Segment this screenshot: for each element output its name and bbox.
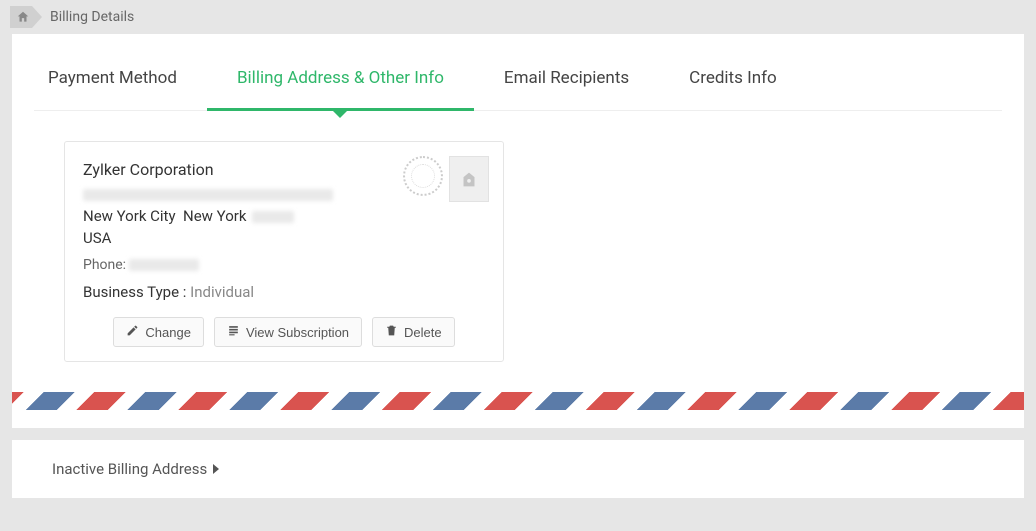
airmail-stripe	[12, 392, 1024, 410]
breadcrumb: Billing Details	[0, 0, 1036, 34]
business-type-value: Individual	[190, 283, 254, 301]
change-button[interactable]: Change	[113, 317, 204, 347]
tab-credits-info[interactable]: Credits Info	[659, 58, 807, 110]
pencil-icon	[126, 324, 139, 340]
stamp-decor	[403, 156, 489, 202]
phone-label: Phone:	[83, 257, 126, 273]
list-icon	[227, 324, 240, 340]
tab-billing-address[interactable]: Billing Address & Other Info	[207, 58, 474, 111]
home-icon	[16, 10, 30, 24]
address-country: USA	[83, 229, 485, 247]
caret-right-icon	[213, 464, 219, 474]
trash-icon	[385, 324, 398, 340]
billing-address-card: Zylker Corporation New York City New Yor…	[64, 141, 504, 362]
tab-bar: Payment Method Billing Address & Other I…	[34, 58, 1002, 111]
view-subscription-button[interactable]: View Subscription	[214, 317, 362, 347]
address-state: New York	[183, 207, 246, 225]
postmark-icon	[403, 156, 443, 196]
inactive-panel: Inactive Billing Address	[12, 440, 1024, 498]
inactive-label: Inactive Billing Address	[52, 460, 207, 478]
inactive-billing-toggle[interactable]: Inactive Billing Address	[52, 460, 984, 478]
view-subscription-label: View Subscription	[246, 325, 349, 340]
address-city: New York City	[83, 207, 176, 225]
delete-label: Delete	[404, 325, 442, 340]
business-type-label: Business Type :	[83, 283, 186, 301]
change-label: Change	[145, 325, 191, 340]
phone-row: Phone:	[83, 257, 485, 273]
tab-email-recipients[interactable]: Email Recipients	[474, 58, 659, 110]
stamp-icon	[449, 156, 489, 202]
delete-button[interactable]: Delete	[372, 317, 455, 347]
home-breadcrumb[interactable]	[10, 6, 42, 28]
main-panel: Payment Method Billing Address & Other I…	[12, 34, 1024, 428]
address-actions: Change View Subscription Delete	[83, 317, 485, 347]
address-city-state: New York City New York	[83, 207, 485, 225]
business-type-row: Business Type : Individual	[83, 283, 485, 301]
tab-payment-method[interactable]: Payment Method	[34, 58, 207, 110]
page-title: Billing Details	[50, 9, 134, 25]
